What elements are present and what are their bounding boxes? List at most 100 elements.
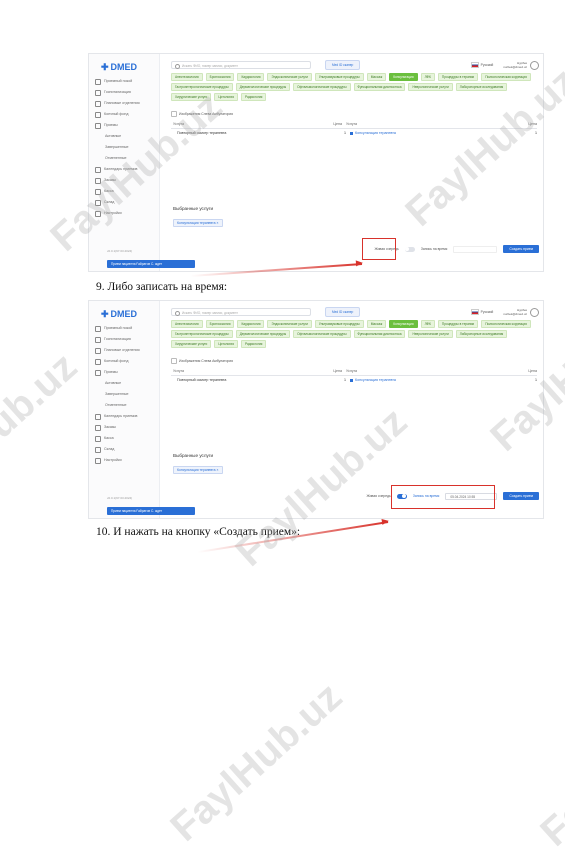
chosen-services-title: Выбранные услуги <box>173 453 214 458</box>
sidebar-item[interactable]: Настройки <box>95 455 157 466</box>
category-tag[interactable]: Цитология <box>214 93 238 101</box>
sidebar-item[interactable]: Календарь приемов <box>95 164 157 175</box>
search-input[interactable]: Искать ФИО, номер записи, документ <box>171 61 311 69</box>
category-tag[interactable]: Кардиология <box>237 320 265 328</box>
live-queue-option[interactable]: Живая очередь <box>366 494 390 498</box>
category-tag[interactable]: Радиология <box>240 340 267 348</box>
sidebar-item[interactable]: Отмененные <box>95 400 157 411</box>
create-appointment-button[interactable]: Создать прием <box>503 492 539 500</box>
nav-icon <box>95 369 101 376</box>
med-id-scanner-button[interactable]: Med ID сканер <box>325 307 361 317</box>
sidebar-item[interactable]: Заказы <box>95 175 157 186</box>
sidebar-item[interactable]: Склад <box>95 197 157 208</box>
table-row[interactable]: Повторный осмотр терапевта 1 Консультация … <box>171 376 537 385</box>
category-tag[interactable]: Кардиология <box>237 73 265 81</box>
user-info[interactable]: Нурбек nurbek@dmed.uz <box>503 61 527 69</box>
sidebar-item-label: Активные <box>105 381 122 385</box>
category-tag[interactable]: Хирургические услуги <box>171 340 212 348</box>
category-tag[interactable]: Дерматологические процедуры <box>235 330 291 338</box>
sidebar-item[interactable]: Плановые отделения <box>95 345 157 356</box>
nav-icon <box>95 199 101 206</box>
category-tag[interactable]: Гастроэнтерологические процедуры <box>171 330 233 338</box>
sidebar-item[interactable]: Коечный фонд <box>95 109 157 120</box>
sidebar-item[interactable]: Коечный фонд <box>95 356 157 367</box>
outpatient-checkbox[interactable]: Изображения Слева Амбулатория <box>171 111 233 117</box>
category-tag[interactable]: Функциональная диагностика <box>353 330 406 338</box>
category-tag[interactable]: Цитология <box>214 340 238 348</box>
category-tag[interactable]: Массаж <box>366 73 387 81</box>
category-tag[interactable]: Процедуры в терапии <box>437 73 479 81</box>
sidebar-item[interactable]: Плановые отделения <box>95 98 157 109</box>
category-tag[interactable]: Психологическая коррекция <box>481 320 531 328</box>
sidebar-item-label: Госпитализация <box>104 337 131 341</box>
step-9-text: 9. Либо записать на время: <box>96 281 228 293</box>
category-tag[interactable]: Лабораторные исследования <box>455 330 508 338</box>
time-toggle[interactable] <box>404 246 415 252</box>
category-tag[interactable]: Функциональная диагностика <box>353 83 406 91</box>
category-tag[interactable]: Бронхоскопия <box>205 73 235 81</box>
sidebar-item[interactable]: Касса <box>95 433 157 444</box>
chosen-service-tag[interactable]: Консультация терапевта × <box>173 219 223 227</box>
med-id-scanner-button[interactable]: Med ID сканер <box>325 60 361 70</box>
category-tag[interactable]: Офтальмологические процедуры <box>293 83 351 91</box>
chosen-service-tag[interactable]: Консультация терапевта × <box>173 466 223 474</box>
sidebar-item[interactable]: Настройки <box>95 208 157 219</box>
language-select[interactable]: Русский <box>470 62 493 68</box>
table-row[interactable]: Повторный осмотр терапевта 1 Консультация … <box>171 129 537 138</box>
category-tag[interactable]: Психологическая коррекция <box>481 73 531 81</box>
category-tag[interactable]: Гастроэнтерологические процедуры <box>171 83 233 91</box>
avatar[interactable] <box>530 60 539 70</box>
sidebar-item-label: Завершенные <box>105 145 129 149</box>
datetime-input[interactable] <box>453 245 498 253</box>
sidebar-item[interactable]: Склад <box>95 444 157 455</box>
category-tag[interactable]: Ультразвуковые процедуры <box>314 320 364 328</box>
sidebar-item[interactable]: Отмененные <box>95 153 157 164</box>
category-tag[interactable]: Хирургические услуги <box>171 93 212 101</box>
sidebar-item[interactable]: Приемы <box>95 120 157 131</box>
sidebar-item[interactable]: Приемный покой <box>95 323 157 334</box>
category-tag[interactable]: Консультация <box>389 73 418 81</box>
category-tag[interactable]: Неврологические услуги <box>408 330 453 338</box>
language-select[interactable]: Русский <box>470 309 493 315</box>
sidebar-item[interactable]: Касса <box>95 186 157 197</box>
category-tag[interactable]: Радиология <box>240 93 267 101</box>
category-tag[interactable]: Анестезиология <box>171 320 203 328</box>
table-header: Услуга Цена Услуга Цена <box>171 121 537 129</box>
category-tag[interactable]: Бронхоскопия <box>205 320 235 328</box>
sidebar-item[interactable]: Госпитализация <box>95 87 157 98</box>
category-tag[interactable]: Лабораторные исследования <box>455 83 508 91</box>
user-info[interactable]: Нурбек nurbek@dmed.uz <box>503 308 527 316</box>
sidebar-item[interactable]: Приемы <box>95 367 157 378</box>
category-tag[interactable]: Неврологические услуги <box>408 83 453 91</box>
sidebar-item[interactable]: Активные <box>95 378 157 389</box>
nav-icon <box>95 435 101 442</box>
category-tag[interactable]: Эндоскопические услуги <box>267 320 312 328</box>
sidebar-item[interactable]: Госпитализация <box>95 334 157 345</box>
sidebar-item[interactable]: Календарь приемов <box>95 411 157 422</box>
nav-icon <box>95 122 101 129</box>
avatar[interactable] <box>530 307 539 317</box>
category-tag[interactable]: ЛФК <box>420 320 435 328</box>
sidebar-item[interactable]: Заказы <box>95 422 157 433</box>
flag-icon <box>470 309 479 315</box>
search-input[interactable]: Искать ФИО, номер записи, документ <box>171 308 311 316</box>
sidebar-item-label: Отмененные <box>105 403 127 407</box>
category-tag[interactable]: Ультразвуковые процедуры <box>314 73 364 81</box>
category-tag[interactable]: ЛФК <box>420 73 435 81</box>
category-tag[interactable]: Процедуры в терапии <box>437 320 479 328</box>
top-bar: Искать ФИО, номер записи, документ Med I… <box>171 306 539 318</box>
sidebar-item[interactable]: Активные <box>95 131 157 142</box>
category-tag[interactable]: Эндоскопические услуги <box>267 73 312 81</box>
sidebar-item[interactable]: Завершенные <box>95 142 157 153</box>
checkbox-icon <box>171 358 177 364</box>
category-tag[interactable]: Консультация <box>389 320 418 328</box>
sidebar-item[interactable]: Приемный покой <box>95 76 157 87</box>
nav-icon <box>95 457 101 464</box>
create-appointment-button[interactable]: Создать прием <box>503 245 539 253</box>
category-tag[interactable]: Массаж <box>366 320 387 328</box>
category-tag[interactable]: Анестезиология <box>171 73 203 81</box>
sidebar-item[interactable]: Завершенные <box>95 389 157 400</box>
category-tag[interactable]: Дерматологические процедуры <box>235 83 291 91</box>
outpatient-checkbox[interactable]: Изображения Слева Амбулатория <box>171 358 233 364</box>
category-tag[interactable]: Офтальмологические процедуры <box>293 330 351 338</box>
